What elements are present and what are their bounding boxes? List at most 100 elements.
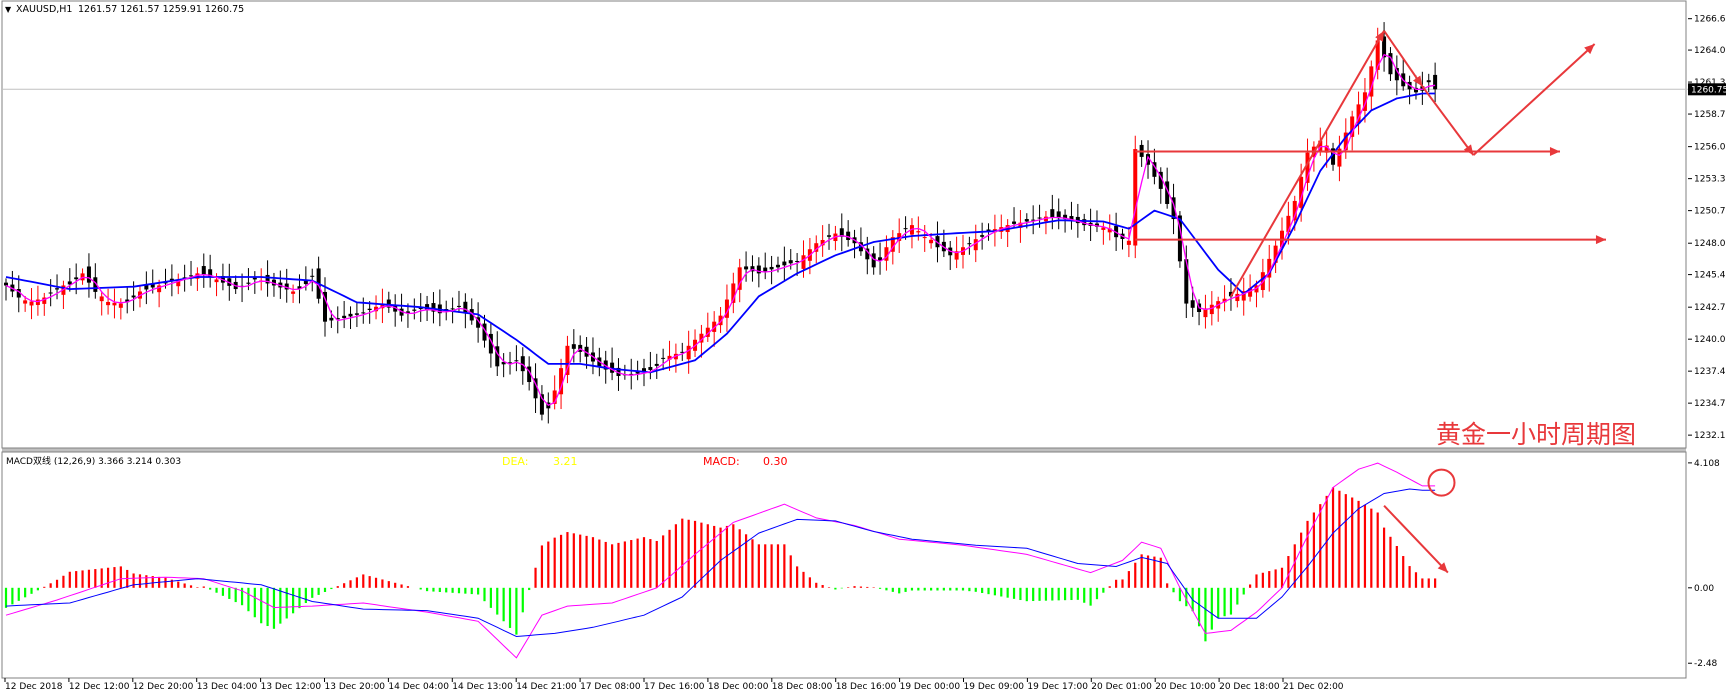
candle-bear [303,281,308,285]
price-tick-label: 1258.70 [1694,110,1726,120]
candle-bull [686,345,691,360]
candle-bear [252,277,257,280]
time-tick-label: 14 Dec 04:00 [388,682,449,692]
macd-down-arrow [1383,505,1449,574]
resistance-arrow-head [1549,146,1560,156]
current-price-value: 1260.75 [1691,85,1726,95]
candle-bear [450,308,455,310]
candle-bear [412,309,417,311]
candle-bear [74,277,79,280]
ma-fast-line [5,53,1436,406]
candle-bear [1012,221,1017,224]
price-tick-label: 1266.60 [1694,15,1726,25]
macd-indicator-title: MACD双线 (12,26,9) 3.366 3.214 0.303 [6,455,181,467]
candle-bear [342,315,347,319]
candle-bear [329,317,334,321]
candle-bull [23,300,28,304]
candle-bull [106,301,111,306]
candle-bear [980,235,985,237]
candle-bear [763,267,768,272]
candle-bear [310,275,315,277]
candle-bull [99,296,104,302]
candle-bear [1426,80,1431,83]
ohlc-values: 1261.57 1261.57 1259.91 1260.75 [78,4,244,15]
pullback-arrow-head [1463,144,1474,156]
candle-bear [795,260,800,262]
price-tick-label: 1242.70 [1694,303,1726,313]
price-tick-label: 1250.70 [1694,207,1726,217]
candle-bull [112,302,117,306]
candle-bear [463,301,468,314]
candle-bear [514,360,519,362]
candle-bear [246,282,251,284]
uptrend-arrow [1230,30,1385,297]
candle-bull [29,301,34,306]
macd-tick-label: 4.108 [1694,459,1720,469]
time-tick-label: 13 Dec 04:00 [197,682,258,692]
time-tick-label: 14 Dec 13:00 [452,682,513,692]
candle-bear [131,295,136,298]
time-tick-label: 21 Dec 02:00 [1283,682,1344,692]
candle-bear [571,344,576,349]
price-pane-frame [1,0,1687,449]
price-tick-label: 1253.35 [1694,175,1726,185]
time-tick-label: 18 Dec 00:00 [708,682,769,692]
candle-bear [1024,219,1029,222]
candle-bull [801,255,806,269]
time-tick-label: 19 Dec 17:00 [1027,682,1088,692]
time-tick-label: 13 Dec 20:00 [325,682,386,692]
candle-bear [1037,217,1042,219]
time-axis: 12 Dec 2018 12 Dec 12:00 12 Dec 20:00 13 De… [4,678,1344,692]
candle-bear [55,288,60,290]
time-tick-label: 20 Dec 10:00 [1155,682,1216,692]
candle-bear [744,266,749,270]
candle-bear [827,235,832,237]
time-tick-label: 20 Dec 01:00 [1091,682,1152,692]
candle-bull [214,279,219,283]
time-tick-label: 19 Dec 09:00 [964,682,1025,692]
candle-bull [916,231,921,233]
price-tick-label: 1248.00 [1694,239,1726,249]
candle-bear [782,261,787,266]
candle-bull [929,239,934,244]
price-tick-label: 1234.75 [1694,399,1726,409]
candle-bull [118,303,123,308]
price-tick-label: 1237.40 [1694,367,1726,377]
candle-bear [788,260,793,264]
candle-bear [367,308,372,311]
price-tick-label: 1240.05 [1694,335,1726,345]
candle-bull [1209,304,1214,315]
time-tick-label: 20 Dec 18:00 [1219,682,1280,692]
candle-bull [1133,149,1138,246]
candle-bear [661,357,666,359]
candle-bear [903,228,908,230]
chart: 1266.601264.001261.351258.701256.001253.… [1,0,1726,692]
candle-bull [1126,240,1131,245]
time-tick-label: 12 Dec 20:00 [133,682,194,692]
rebound-arrow [1472,43,1596,156]
pullback-arrow [1421,85,1475,156]
time-tick-label: 14 Dec 21:00 [516,682,577,692]
price-tick-label: 1232.10 [1694,431,1726,441]
candle-bear [201,266,206,276]
macd-label: MACD: [703,455,740,468]
macd-tick-label: 0.00 [1694,584,1714,594]
candle-bear [769,266,774,270]
support-arrow-head [1595,235,1606,245]
time-tick-label: 12 Dec 2018 [5,682,63,692]
macd-circle-marker [1427,468,1456,497]
time-tick-label: 19 Dec 00:00 [900,682,961,692]
dea-label: DEA: [502,455,528,468]
candle-bear [775,264,780,268]
top-arrow-head [1412,75,1423,87]
macd-annotations [1383,468,1456,574]
time-tick-label: 13 Dec 12:00 [261,682,322,692]
candle-bear [654,363,659,366]
triangle-down-icon[interactable]: ▼ [5,5,12,14]
candle-bull [35,299,40,306]
candle-bear [1190,300,1195,308]
candle-bear [648,367,653,370]
price-tick-label: 1256.00 [1694,143,1726,153]
candle-bear [189,275,194,277]
candle-bear [354,313,359,315]
